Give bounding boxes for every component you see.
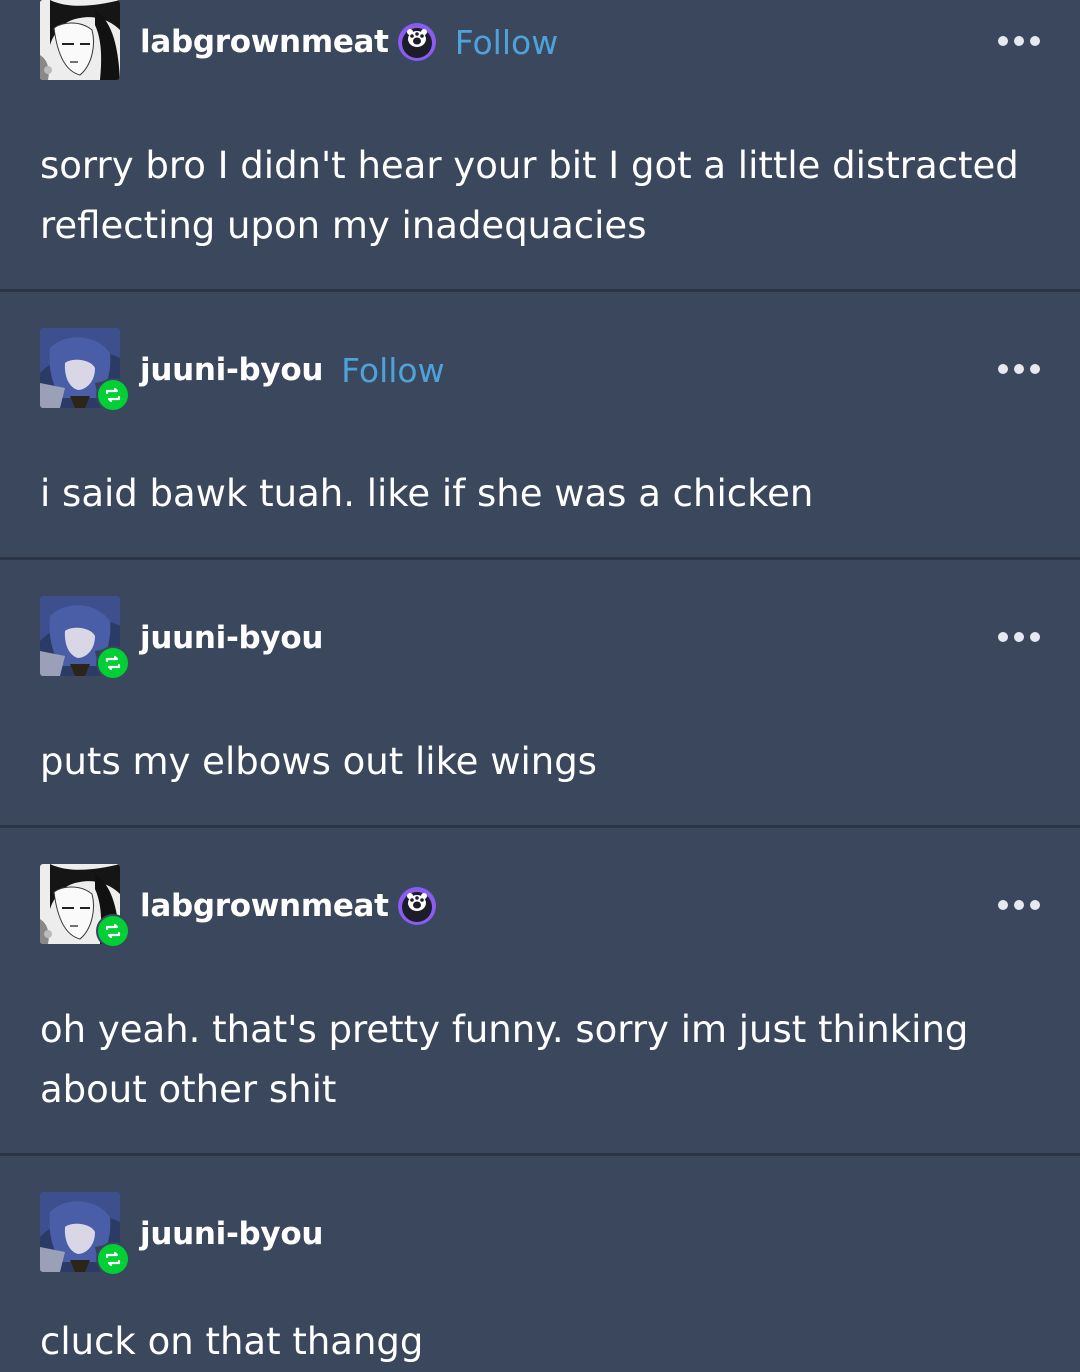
- post-header: labgrownmeat Follow: [140, 20, 558, 64]
- more-options-icon[interactable]: [998, 631, 1040, 643]
- username-link[interactable]: juuni-byou: [140, 620, 323, 656]
- avatar-image: [40, 0, 120, 80]
- more-options-icon[interactable]: [998, 899, 1040, 911]
- post-header: juuni-byou: [140, 1212, 323, 1256]
- more-options-icon[interactable]: [998, 35, 1040, 47]
- post-juuni-byou-3: juuni-byou cluck on that thangg: [0, 1156, 1080, 1370]
- post-labgrownmeat-1: labgrownmeat Follow sorry bro I didn't h…: [0, 0, 1080, 290]
- post-labgrownmeat-2: labgrownmeat oh yeah. that's pretty funn…: [0, 828, 1080, 1154]
- post-text: oh yeah. that's pretty funny. sorry im j…: [40, 1008, 969, 1111]
- post-text: i said bawk tuah. like if she was a chic…: [40, 472, 814, 515]
- username-link[interactable]: labgrownmeat: [140, 24, 389, 60]
- post-header: labgrownmeat: [140, 884, 437, 928]
- avatar-labgrownmeat[interactable]: [40, 0, 120, 80]
- post-text: sorry bro I didn't hear your bit I got a…: [40, 144, 1019, 247]
- paw-badge-icon[interactable]: [397, 886, 437, 926]
- post-header: juuni-byou: [140, 616, 323, 660]
- post-juuni-byou-1: juuni-byou Follow i said bawk tuah. like…: [0, 292, 1080, 558]
- post-juuni-byou-2: juuni-byou puts my elbows out like wings: [0, 560, 1080, 826]
- username-link[interactable]: labgrownmeat: [140, 888, 389, 924]
- avatar-labgrownmeat[interactable]: [40, 864, 130, 948]
- more-options-icon[interactable]: [998, 363, 1040, 375]
- username-link[interactable]: juuni-byou: [140, 352, 323, 388]
- post-text: cluck on that thangg: [40, 1320, 424, 1363]
- reblog-icon: [96, 914, 130, 948]
- follow-button[interactable]: Follow: [455, 23, 559, 62]
- avatar-juuni-byou[interactable]: [40, 596, 130, 680]
- reblog-icon: [96, 646, 130, 680]
- paw-badge-icon[interactable]: [397, 22, 437, 62]
- avatar-juuni-byou[interactable]: [40, 328, 130, 412]
- username-link[interactable]: juuni-byou: [140, 1216, 323, 1252]
- post-header: juuni-byou Follow: [140, 348, 445, 392]
- reblog-icon: [96, 1242, 130, 1276]
- follow-button[interactable]: Follow: [341, 351, 445, 390]
- reblog-icon: [96, 378, 130, 412]
- post-text: puts my elbows out like wings: [40, 740, 597, 783]
- avatar-juuni-byou[interactable]: [40, 1192, 130, 1276]
